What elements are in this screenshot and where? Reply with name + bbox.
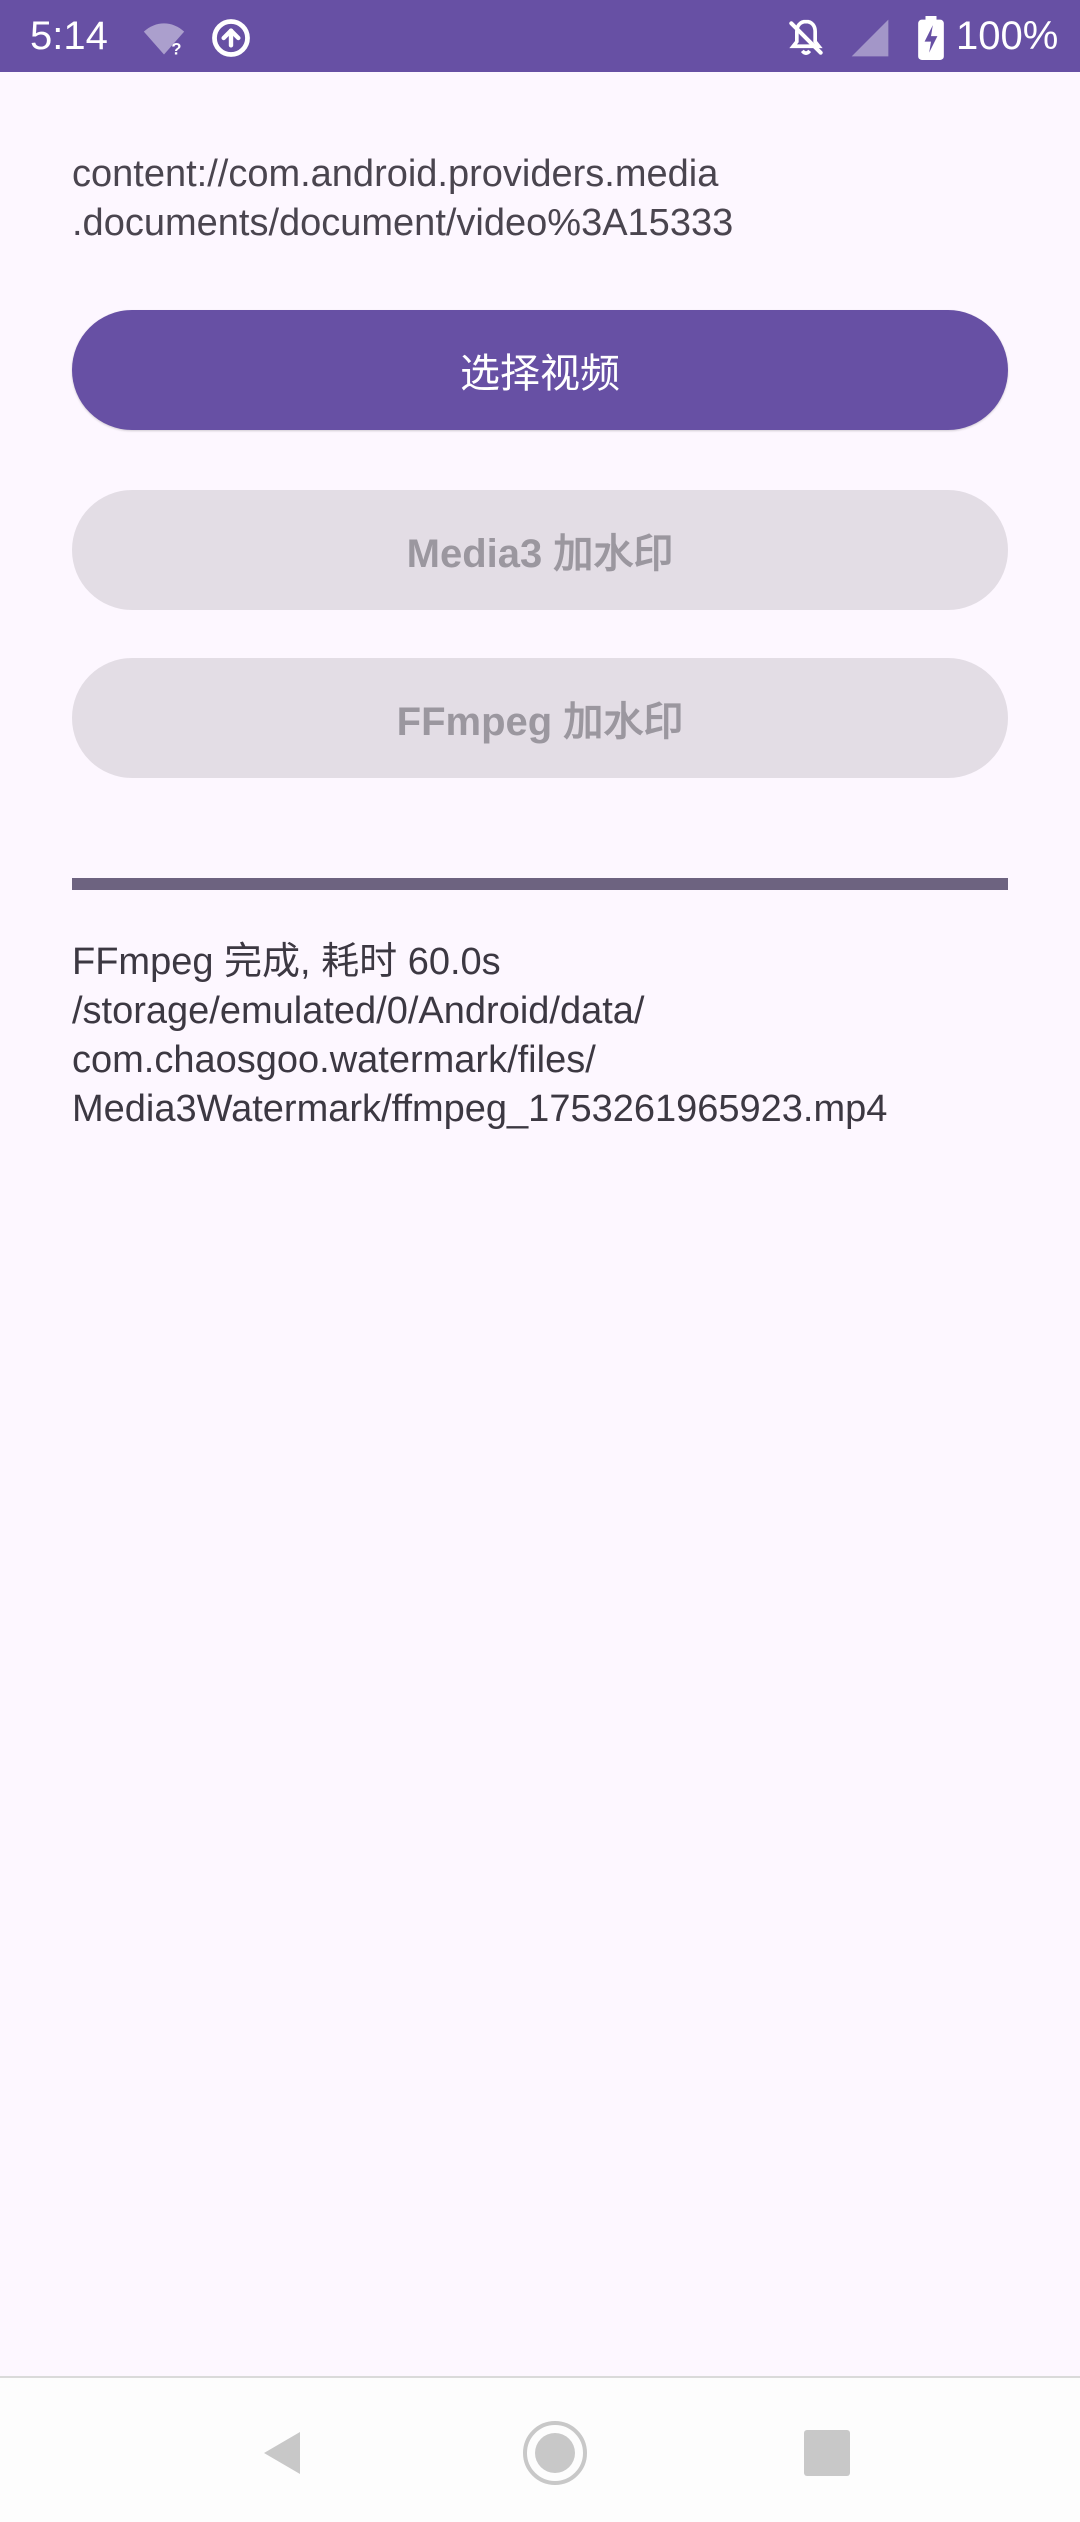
signal-icon [851, 19, 889, 57]
wifi-unknown-icon: ? [143, 23, 185, 59]
media3-watermark-button: Media3 加水印 [72, 490, 1008, 610]
result-status-text: FFmpeg 完成, 耗时 60.0s /storage/emulated/0/… [72, 941, 888, 1130]
home-icon[interactable] [520, 2418, 590, 2488]
navigation-bar [0, 2376, 1080, 2522]
status-bar: 5:14 ? 100% [0, 0, 1080, 72]
battery-percentage: 100% [956, 14, 1059, 58]
progress-bar [72, 878, 1008, 890]
svg-text:?: ? [171, 41, 181, 59]
battery-charging-icon [918, 16, 944, 60]
ffmpeg-watermark-button: FFmpeg 加水印 [72, 658, 1008, 778]
selected-video-uri: content://com.android.providers.media .d… [72, 153, 734, 244]
back-icon[interactable] [248, 2418, 318, 2488]
progress-fill [72, 878, 1008, 890]
select-video-button[interactable]: 选择视频 [72, 310, 1008, 430]
status-time: 5:14 [30, 14, 108, 58]
data-saver-icon [212, 19, 250, 57]
recents-icon[interactable] [792, 2418, 862, 2488]
notifications-off-icon [789, 19, 823, 55]
